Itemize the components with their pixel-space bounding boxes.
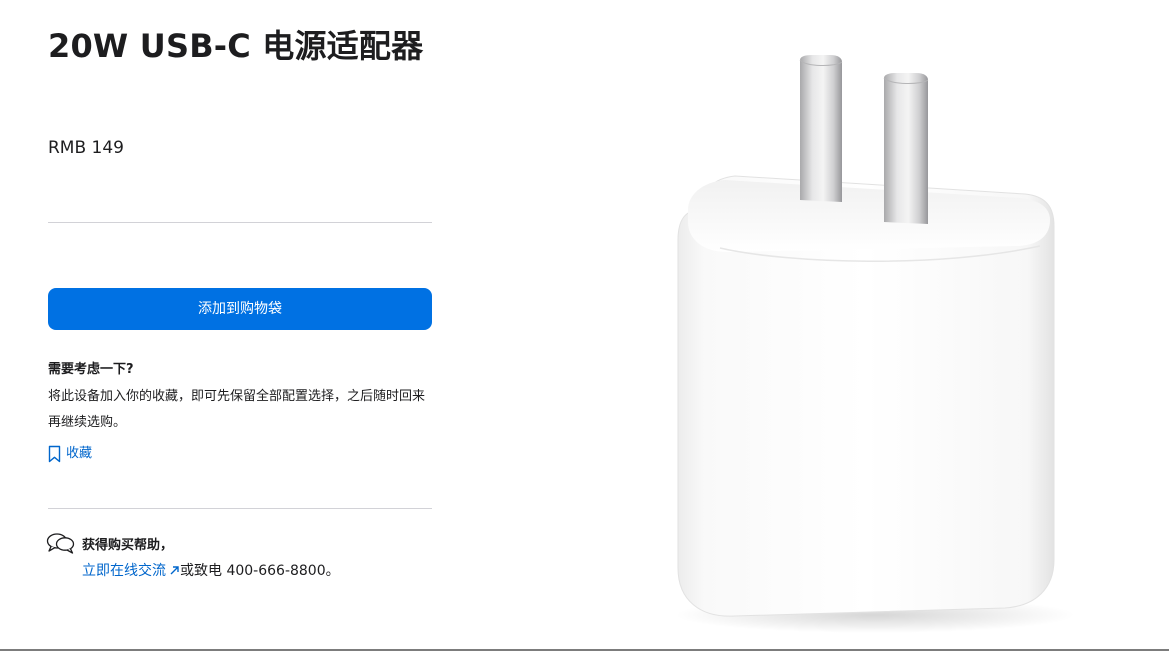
favorite-link[interactable]: 收藏: [48, 442, 92, 466]
divider: [48, 508, 432, 509]
power-adapter-illustration: [675, 55, 1075, 633]
bookmark-icon: [48, 445, 61, 463]
consider-heading: 需要考虑一下?: [48, 362, 134, 377]
divider: [48, 222, 432, 223]
chat-bubbles-icon: [46, 532, 76, 558]
external-arrow-icon: [170, 566, 179, 575]
chat-link-label: 立即在线交流: [82, 563, 166, 579]
help-heading: 获得购买帮助，: [82, 538, 174, 553]
product-image: [640, 40, 1080, 644]
product-title: 20W USB-C 电源适配器: [48, 27, 424, 65]
phone-text: 或致电 400-666-8800。: [180, 563, 340, 579]
chat-now-link[interactable]: 立即在线交流: [82, 563, 180, 579]
help-contact-line: 立即在线交流 或致电 400-666-8800。: [82, 560, 340, 582]
favorite-label: 收藏: [66, 446, 93, 461]
consider-description: 将此设备加入你的收藏，即可先保留全部配置选择，之后随时回来再继续选购。: [48, 389, 426, 430]
product-price: RMB 149: [48, 138, 124, 158]
add-to-bag-button[interactable]: 添加到购物袋: [48, 288, 432, 330]
